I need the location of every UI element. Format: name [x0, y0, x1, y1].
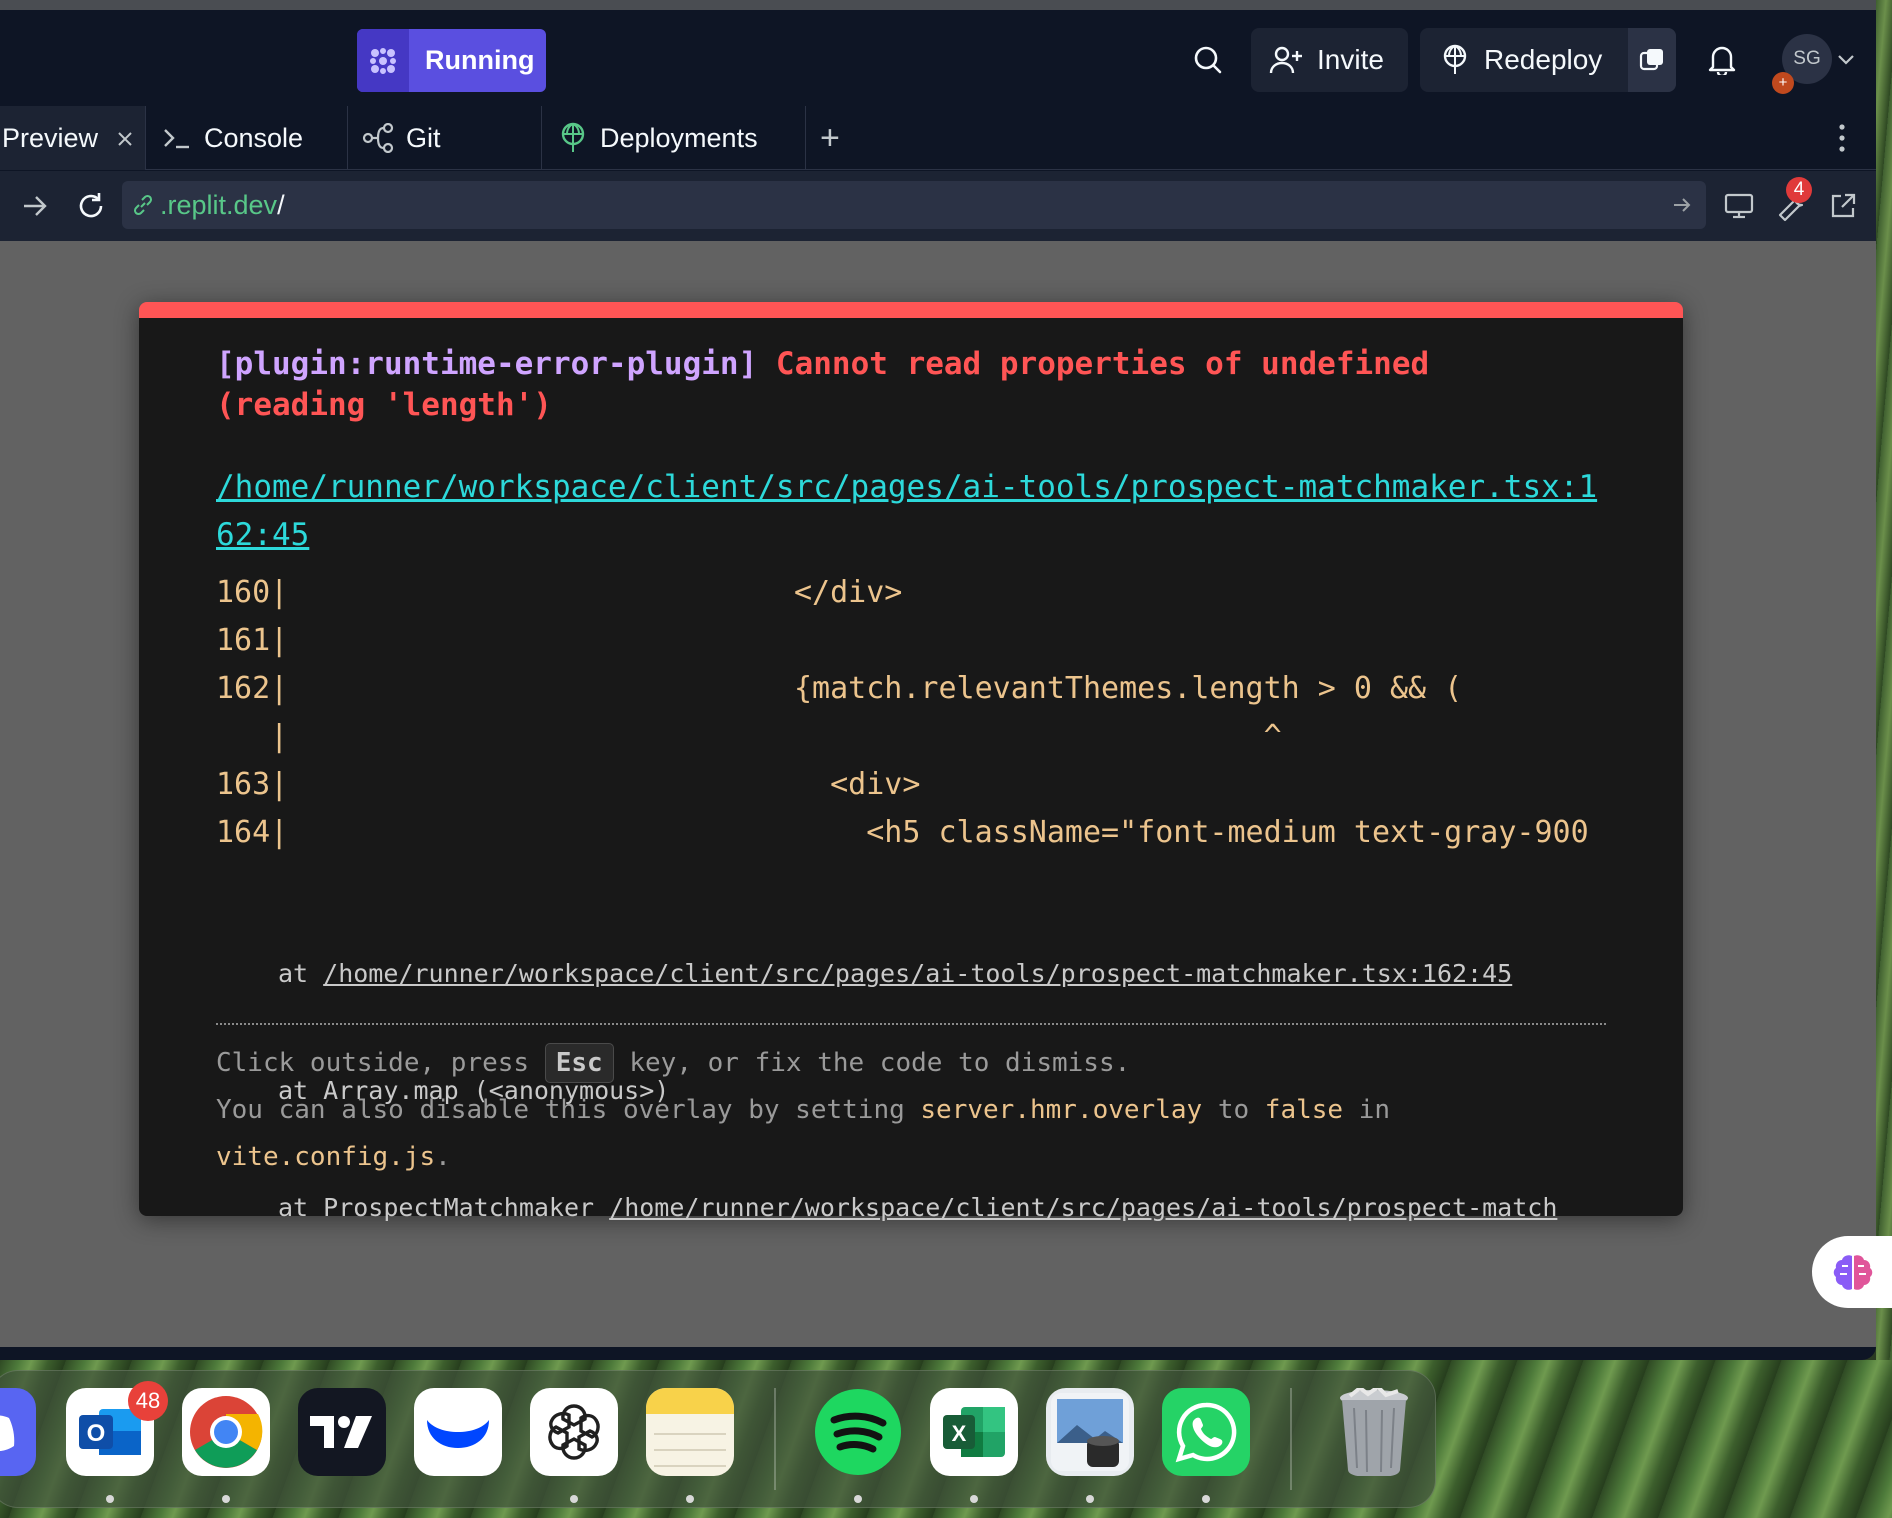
dock-app-discord[interactable] — [0, 1388, 36, 1476]
run-button[interactable]: Running — [357, 29, 546, 92]
code-frame: 160| </div> 161| 162| {match.relevantThe… — [216, 575, 1589, 850]
run-button-label: Running — [425, 45, 535, 75]
error-plugin-name: [plugin:runtime-error-plugin] — [216, 346, 758, 382]
refresh-icon[interactable] — [72, 187, 110, 225]
add-user-icon — [1269, 46, 1302, 74]
vite-error-overlay[interactable]: [plugin:runtime-error-plugin] Cannot rea… — [139, 302, 1683, 1222]
screen-size-icon[interactable] — [1720, 187, 1758, 225]
preview-app-icon — [1051, 1393, 1129, 1471]
running-indicator — [1086, 1495, 1094, 1503]
desktop-wallpaper-edge — [1876, 0, 1892, 1360]
tab-bar: Preview Console Git Deployments + — [0, 106, 1876, 170]
dismiss-tip: Click outside, press Esc key, or fix the… — [216, 1040, 1606, 1181]
dock-app-preview[interactable] — [1046, 1388, 1134, 1476]
running-indicator — [570, 1495, 578, 1503]
bell-icon[interactable] — [1702, 38, 1742, 80]
terminal-icon — [164, 129, 189, 149]
dock-app-coinbase-wallet[interactable] — [414, 1388, 502, 1476]
tab-git-label: Git — [406, 122, 441, 153]
dock-app-spotify[interactable] — [814, 1388, 902, 1476]
dock-separator — [774, 1388, 776, 1490]
window-top-edge — [0, 0, 1876, 10]
preview-pane[interactable]: [plugin:runtime-error-plugin] Cannot rea… — [0, 241, 1876, 1347]
tab-deployments[interactable]: Deployments — [542, 106, 806, 170]
esc-key: Esc — [544, 1043, 614, 1083]
link-icon — [133, 194, 153, 216]
dock-app-excel[interactable]: X — [930, 1388, 1018, 1476]
tab-console-label: Console — [204, 122, 304, 153]
tradingview-icon — [310, 1416, 372, 1448]
url-input[interactable]: .replit.dev / — [122, 181, 1706, 229]
plus-icon: + — [820, 118, 840, 157]
notes-icon — [646, 1388, 734, 1467]
avatar-initials: SG — [1793, 48, 1821, 69]
running-indicator — [222, 1495, 230, 1503]
discord-icon — [0, 1415, 15, 1451]
stack-file-link[interactable]: /home/runner/workspace/client/src/pages/… — [609, 1193, 1557, 1222]
trash-icon — [1340, 1388, 1408, 1476]
error-file-link[interactable]: /home/runner/workspace/client/src/pages/… — [216, 463, 1606, 559]
chevron-down-icon[interactable] — [1834, 48, 1858, 72]
ai-assistant-button[interactable] — [1812, 1236, 1892, 1308]
dock-app-whatsapp[interactable] — [1162, 1388, 1250, 1476]
git-branch-icon — [362, 123, 394, 153]
chatgpt-icon — [548, 1404, 600, 1460]
stack-file-link[interactable]: /home/runner/workspace/client/src/pages/… — [323, 959, 1512, 988]
avatar-status-badge: + — [1772, 72, 1794, 94]
invite-label: Invite — [1317, 44, 1384, 75]
stack-line: at ProspectMatchmaker /home/runner/works… — [278, 1193, 1558, 1222]
invite-button[interactable]: Invite — [1251, 28, 1408, 92]
redeploy-label: Redeploy — [1484, 44, 1603, 75]
dock-app-chrome[interactable] — [182, 1388, 270, 1476]
replit-window: Running Invite Redeploy SG + Preview Con… — [0, 0, 1876, 1360]
whatsapp-icon — [1175, 1402, 1237, 1463]
dock-trash[interactable] — [1330, 1388, 1418, 1476]
svg-text:X: X — [952, 1421, 967, 1446]
brain-icon — [1833, 1255, 1873, 1290]
error-message: [plugin:runtime-error-plugin] Cannot rea… — [216, 344, 1596, 426]
running-indicator — [854, 1495, 862, 1503]
deploy-panel-icon[interactable] — [1628, 28, 1676, 92]
webview-toolbar: .replit.dev/ 4 — [0, 171, 1876, 241]
dock-app-notes[interactable] — [646, 1388, 734, 1476]
svg-text:O: O — [87, 1420, 106, 1447]
chrome-icon — [190, 1396, 263, 1468]
excel-icon: X — [943, 1407, 1005, 1457]
tab-git[interactable]: Git — [348, 106, 542, 170]
open-external-icon[interactable] — [1824, 187, 1862, 225]
running-indicator — [686, 1495, 694, 1503]
tab-console[interactable]: Console — [146, 106, 348, 170]
tab-deployments-label: Deployments — [600, 122, 758, 153]
wallet-icon — [427, 1420, 489, 1448]
run-status-icon — [357, 29, 409, 92]
more-options-icon[interactable] — [1832, 122, 1852, 154]
overlay-divider — [216, 1023, 1606, 1025]
new-tab-button[interactable]: + — [820, 106, 860, 170]
spotify-icon — [815, 1389, 901, 1475]
tab-preview-label: Preview — [2, 122, 99, 153]
forward-arrow-icon[interactable] — [18, 189, 52, 223]
deployments-icon — [561, 122, 585, 152]
running-indicator — [970, 1495, 978, 1503]
close-icon[interactable] — [116, 124, 134, 155]
devtools-badge: 4 — [1786, 177, 1812, 203]
workspace-header: Running Invite Redeploy SG + — [0, 10, 1876, 106]
dock-separator — [1290, 1388, 1292, 1490]
search-icon[interactable] — [1188, 40, 1228, 80]
go-arrow-icon[interactable] — [1672, 196, 1692, 214]
deploy-icon — [1443, 44, 1467, 74]
url-path: / — [277, 189, 285, 220]
url-domain: .replit.dev — [160, 189, 278, 220]
dock-app-tradingview[interactable] — [298, 1388, 386, 1476]
running-indicator — [1202, 1495, 1210, 1503]
dock-app-chatgpt[interactable] — [530, 1388, 618, 1476]
running-indicator — [106, 1495, 114, 1503]
outlook-unread-badge: 48 — [128, 1381, 168, 1421]
stack-line: at /home/runner/workspace/client/src/pag… — [278, 959, 1513, 988]
